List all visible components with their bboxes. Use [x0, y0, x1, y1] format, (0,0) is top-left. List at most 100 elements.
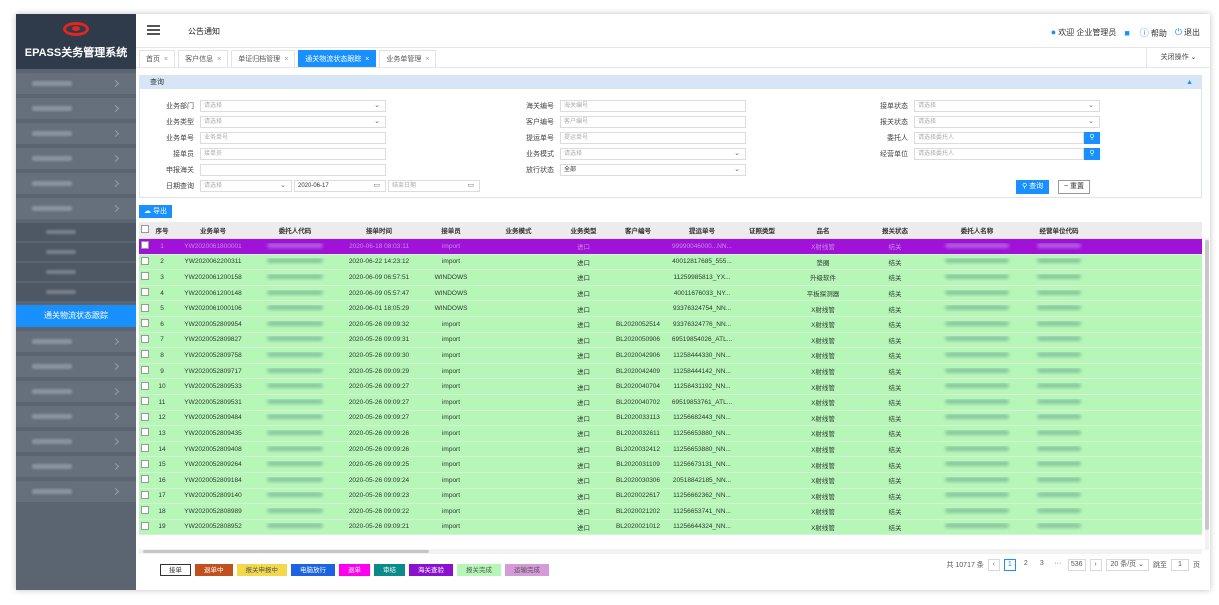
tab-archive[interactable]: 单证归档管理 × — [231, 50, 296, 67]
table-row[interactable]: 6 YW2020052809954 2020-05-26 09:09:32 impor… — [139, 316, 1202, 333]
row-checkbox[interactable] — [139, 303, 151, 314]
sidebar-item-2[interactable] — [16, 98, 136, 119]
row-checkbox[interactable] — [139, 256, 151, 267]
column-header[interactable]: 经营单位代码 — [1025, 225, 1093, 235]
table-row[interactable]: 4 YW2020061200148 2020-06-09 05:57:47 WINDO… — [139, 285, 1202, 302]
date-start-input[interactable]: 2020-06-17 ▭ — [294, 180, 386, 192]
lock-icon[interactable]: ■ — [1124, 28, 1129, 38]
table-row[interactable]: 15 YW2020052809264 2020-05-26 09:09:25 impo… — [139, 457, 1202, 473]
sidebar-item-logistics-tracking[interactable]: 通关物流状态跟踪 — [16, 305, 136, 327]
table-row[interactable]: 8 YW2020052809758 2020-05-26 09:09:30 impor… — [139, 348, 1202, 364]
sidebar-item-5[interactable] — [16, 173, 136, 194]
table-row[interactable]: 16 YW2020052809184 2020-05-26 09:09:24 impo… — [139, 472, 1202, 489]
column-header[interactable]: 客户编号 — [611, 225, 665, 235]
select-all-checkbox[interactable] — [139, 225, 151, 235]
next-page-button[interactable]: › — [1089, 559, 1102, 571]
close-ops-dropdown[interactable]: 关闭操作 ⌄ — [1146, 48, 1210, 68]
goto-input[interactable]: 1 — [1171, 559, 1189, 571]
row-checkbox[interactable] — [139, 334, 151, 345]
table-row[interactable]: 7 YW2020052809827 2020-05-26 09:09:31 impor… — [139, 332, 1202, 349]
column-header[interactable]: 接单时间 — [337, 225, 421, 235]
row-checkbox[interactable] — [139, 459, 151, 470]
logout-link[interactable]: ⏻ 退出 — [1175, 27, 1200, 38]
biz-mode-select[interactable]: 请选择 ⌄ — [560, 148, 746, 160]
sidebar-item-7[interactable] — [16, 331, 136, 352]
sidebar-item-4[interactable] — [16, 148, 136, 169]
row-checkbox[interactable] — [139, 428, 151, 438]
prev-page-button[interactable]: ‹ — [987, 559, 1000, 571]
row-checkbox[interactable] — [139, 319, 151, 329]
table-row[interactable]: 18 YW2020052808989 2020-05-26 09:09:22 impo… — [139, 504, 1202, 520]
column-header[interactable]: 委托人名称 — [929, 225, 1025, 235]
sidebar-item-8[interactable] — [16, 356, 136, 377]
port-input[interactable] — [200, 164, 386, 176]
customer-no-input[interactable]: 客户编号 — [560, 116, 746, 128]
sidebar-item-12[interactable] — [16, 456, 136, 477]
column-header[interactable]: 报关状态 — [861, 225, 929, 235]
sidebar-subitem-4[interactable] — [16, 283, 136, 301]
query-header[interactable]: 查询 ▲ — [140, 76, 1201, 89]
date-end-input[interactable]: 结束日期 ▭ — [388, 180, 480, 192]
date-type-select[interactable]: 请选择 ⌄ — [200, 180, 292, 192]
sidebar-item-1[interactable] — [16, 73, 136, 94]
sidebar-item-3[interactable] — [16, 123, 136, 144]
column-header[interactable]: 业务类型 — [556, 225, 611, 235]
notice-link[interactable]: 公告通知 — [188, 26, 220, 37]
table-row[interactable]: 10 YW2020052809533 2020-05-26 09:09:27 impo… — [139, 379, 1202, 395]
sidebar-item-10[interactable] — [16, 406, 136, 427]
row-checkbox[interactable] — [139, 397, 151, 407]
close-icon[interactable]: × — [425, 56, 429, 63]
reset-button[interactable]: ~ 重置 — [1058, 180, 1091, 194]
close-icon[interactable]: × — [284, 56, 288, 63]
sidebar-item-9[interactable] — [16, 381, 136, 402]
scroll-thumb[interactable] — [143, 550, 429, 553]
customs-no-input[interactable]: 海关编号 — [560, 100, 746, 112]
scroll-thumb[interactable] — [1205, 240, 1209, 530]
row-checkbox[interactable] — [139, 490, 151, 501]
page-3[interactable]: 3 — [1035, 559, 1048, 571]
help-link[interactable]: ⓘ 帮助 — [1140, 26, 1167, 39]
search-button[interactable]: ⚲ 查询 — [1016, 180, 1050, 194]
sidebar-subitem-1[interactable] — [16, 223, 136, 241]
row-checkbox[interactable] — [139, 272, 151, 282]
row-checkbox[interactable] — [139, 444, 151, 454]
table-row[interactable]: 13 YW2020052809435 2020-05-26 09:09:26 impo… — [139, 426, 1202, 442]
release-select[interactable]: 全部 ⌄ — [560, 164, 746, 176]
receiver-input[interactable]: 接单员 — [200, 148, 386, 160]
biztype-select[interactable]: 请选择 ⌄ — [200, 116, 386, 128]
page-2[interactable]: 2 — [1019, 559, 1032, 571]
per-page-select[interactable]: 20 条/页 ⌄ — [1105, 559, 1149, 571]
column-header[interactable]: 接单员 — [421, 225, 481, 235]
row-checkbox[interactable] — [139, 475, 151, 485]
row-checkbox[interactable] — [139, 288, 151, 298]
row-checkbox[interactable] — [139, 521, 151, 532]
client-search-button[interactable]: ⚲ — [1084, 132, 1100, 144]
table-row[interactable]: 14 YW2020052809408 2020-05-26 09:09:26 impo… — [139, 441, 1202, 458]
horizontal-scrollbar[interactable] — [139, 549, 1202, 554]
sidebar-subitem-3[interactable] — [16, 263, 136, 281]
close-icon[interactable]: × — [365, 56, 369, 63]
page-1[interactable]: 1 — [1003, 559, 1016, 571]
sidebar-subitem-2[interactable] — [16, 243, 136, 261]
row-checkbox[interactable] — [139, 350, 151, 360]
collapse-icon[interactable]: ▲ — [1186, 76, 1193, 89]
table-row[interactable]: 2 YW2020062200311 2020-06-22 14:23:12 impor… — [139, 254, 1202, 271]
tab-customer-info[interactable]: 客户信息 × — [178, 50, 229, 67]
column-header[interactable]: 委托人代码 — [253, 225, 337, 235]
sidebar-item-11[interactable] — [16, 431, 136, 452]
vertical-scrollbar[interactable] — [1205, 238, 1209, 550]
table-row[interactable]: 11 YW2020052809531 2020-05-26 09:09:27 impo… — [139, 394, 1202, 411]
column-header[interactable]: 品名 — [785, 225, 861, 235]
column-header[interactable]: 业务模式 — [481, 225, 556, 235]
declare-status-select[interactable]: 请选择 ⌄ — [914, 116, 1100, 128]
tab-business-orders[interactable]: 业务单管理 × — [379, 50, 437, 67]
table-row[interactable]: 1 YW2020061800001 2020-06-18 08:03:11 impor… — [139, 239, 1202, 255]
row-checkbox[interactable] — [139, 381, 151, 392]
tab-logistics-tracking[interactable]: 通关物流状态跟踪 × — [298, 50, 377, 67]
user-menu[interactable]: ● 欢迎 企业管理员 — [1051, 27, 1117, 38]
row-checkbox[interactable] — [139, 412, 151, 423]
column-header[interactable]: 序号 — [151, 225, 173, 235]
row-checkbox[interactable] — [139, 366, 151, 376]
bl-no-input[interactable]: 提运单号 — [560, 132, 746, 144]
bizno-input[interactable]: 业务单号 — [200, 132, 386, 144]
